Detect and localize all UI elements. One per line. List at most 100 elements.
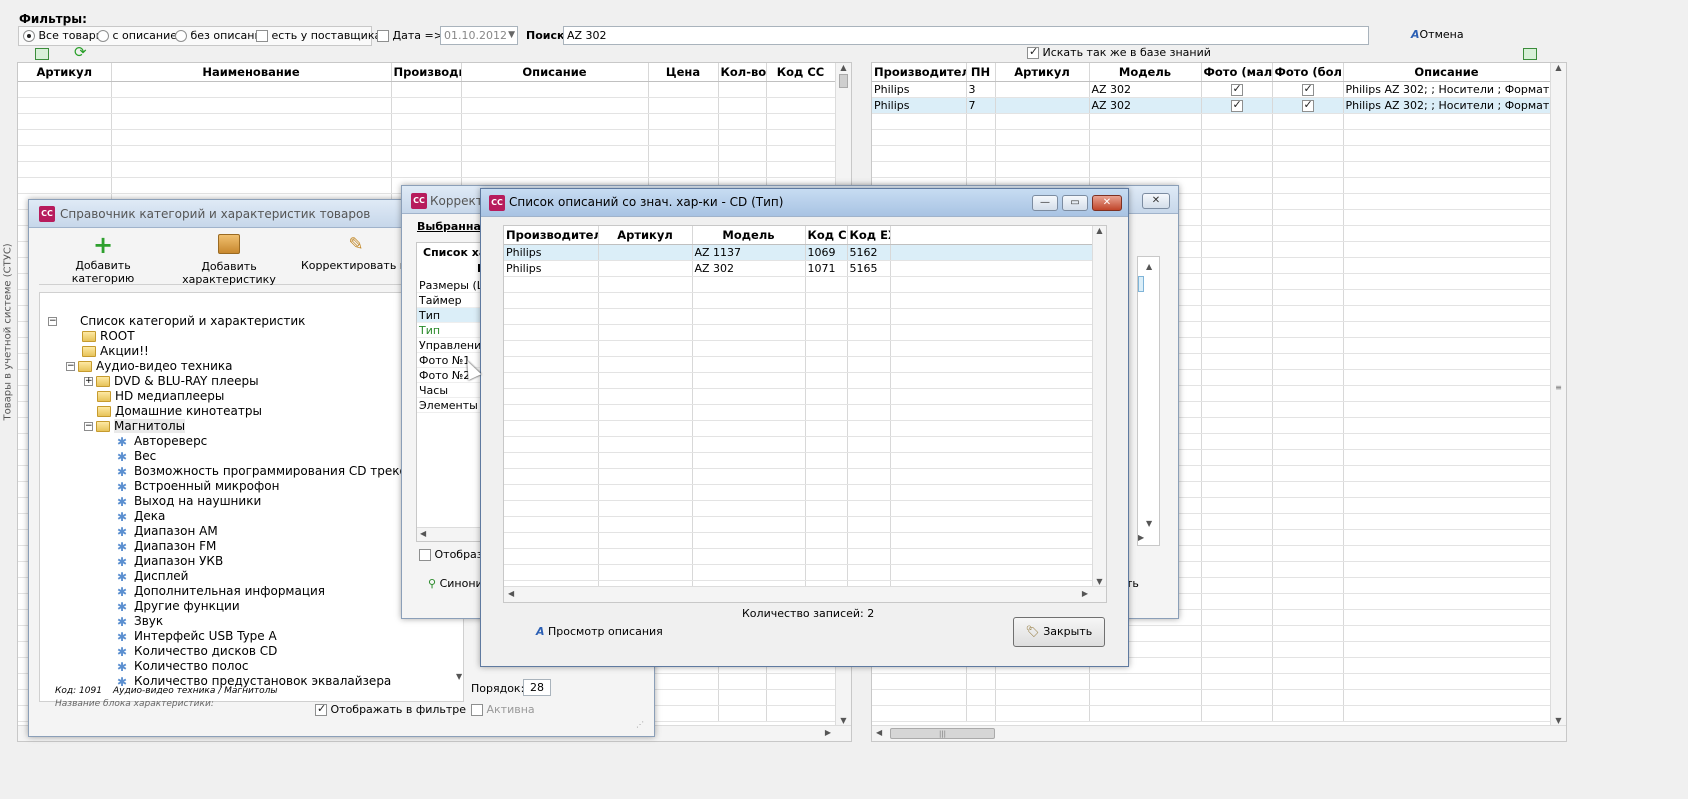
table-row[interactable]: Philips AZ 1137 1069 5162 <box>504 243 1093 261</box>
dialog-grid[interactable]: Производитель Артикул Модель Код СС Код … <box>503 225 1107 603</box>
tree-property-item[interactable]: ✱ Выход на наушники <box>116 493 261 509</box>
close-icon[interactable]: ✕ <box>1092 195 1122 211</box>
collapse-icon[interactable]: − <box>48 317 57 326</box>
scroll-right-icon[interactable]: ▶ <box>1082 589 1088 598</box>
tree-property-item[interactable]: ✱ Другие функции <box>116 598 240 614</box>
col-qty[interactable]: Кол-во <box>718 63 767 82</box>
refresh-icon[interactable]: ⟳ <box>74 45 87 60</box>
char-list-item[interactable]: Тип <box>417 323 481 338</box>
tree-item-radio[interactable]: − Магнитолы <box>84 418 186 434</box>
char-list-item[interactable]: Тип <box>417 308 481 323</box>
scroll-up-icon[interactable]: ▲ <box>1146 262 1152 271</box>
col-code-ext[interactable]: Код EXT <box>847 226 891 245</box>
col-photo-big[interactable]: Фото (бол.) <box>1272 63 1344 82</box>
tree-item-promos[interactable]: Акции!! <box>82 343 149 359</box>
char-list-item[interactable]: Размеры (ШхВ <box>417 278 481 293</box>
scroll-up-icon[interactable]: ▲ <box>1093 226 1106 235</box>
active-checkbox[interactable]: Активна <box>471 703 535 716</box>
char-list-item[interactable]: Элементы пит <box>417 398 481 413</box>
tree-property-item[interactable]: ✱ Встроенный микрофон <box>116 478 279 494</box>
scroll-right-icon[interactable]: ▶ <box>1138 533 1144 542</box>
dialog-titlebar[interactable]: CC Список описаний со знач. хар-ки - CD … <box>481 189 1128 217</box>
tree-item-root[interactable]: ROOT <box>82 328 135 344</box>
cell-photo-small[interactable] <box>1201 81 1273 98</box>
tree-property-item[interactable]: ✱ Интерфейс USB Type A <box>116 628 277 644</box>
char-list-panel[interactable]: Список хар Н Размеры (ШхВТаймерТипТипУпр… <box>416 242 482 542</box>
photo-big-checkbox[interactable] <box>1301 82 1314 96</box>
tree-property-item[interactable]: ✱ Количество полос <box>116 658 248 674</box>
close-button[interactable]: 🏷 Закрыть <box>1013 617 1105 647</box>
close-icon[interactable]: ✕ <box>1142 193 1170 209</box>
add-property-button[interactable]: Добавить характеристику <box>164 234 294 286</box>
scroll-down-icon[interactable]: ▼ <box>1146 519 1152 528</box>
col-model[interactable]: Модель <box>1089 63 1202 82</box>
collapse-icon[interactable]: − <box>66 362 75 371</box>
table-row[interactable]: Philips 3 AZ 302 Philips AZ 302; ; Носит… <box>872 81 1551 98</box>
col-name[interactable]: Наименование <box>111 63 392 82</box>
checkbox-supplier[interactable]: есть у поставщика <box>256 29 381 42</box>
col-article[interactable]: Артикул <box>598 226 693 245</box>
checkbox-date[interactable]: Дата => <box>377 29 443 42</box>
char-list-item[interactable]: Часы <box>417 383 481 398</box>
right-panel-row-selected[interactable] <box>1138 276 1144 292</box>
char-list-item[interactable]: Управление и <box>417 338 481 353</box>
expand-plus-icon[interactable]: + <box>84 377 93 386</box>
scroll-down-icon[interactable]: ▼ <box>836 716 851 725</box>
col-price[interactable]: Цена <box>648 63 719 82</box>
scroll-down-icon[interactable]: ▼ <box>1093 577 1106 586</box>
table-row[interactable]: Philips 7 AZ 302 Philips AZ 302; ; Носит… <box>872 96 1551 114</box>
col-description[interactable]: Описание <box>1343 63 1551 82</box>
panel-toggle-icon[interactable] <box>1523 48 1537 60</box>
col-code-cc[interactable]: Код СС <box>805 226 848 245</box>
chevron-down-icon[interactable]: ▼ <box>508 27 515 44</box>
tree-property-item[interactable]: ✱ Диапазон FM <box>116 538 216 554</box>
collapse-icon[interactable]: − <box>84 422 93 431</box>
resize-grip-icon[interactable]: ⋰ <box>636 720 644 729</box>
radio-without-description[interactable]: без описания <box>175 29 268 42</box>
cell-photo-small[interactable] <box>1201 96 1273 114</box>
show-in-filter-checkbox[interactable]: Отображать в фильтре <box>315 702 466 716</box>
scroll-left-icon[interactable]: ◀ <box>420 529 426 538</box>
cell-photo-big[interactable] <box>1272 81 1344 98</box>
col-article[interactable]: Артикул <box>995 63 1090 82</box>
tree-item-hd[interactable]: HD медиаплееры <box>97 388 224 404</box>
col-description[interactable]: Описание <box>461 63 649 82</box>
dialog-hscrollbar[interactable]: ◀ ▶ <box>504 586 1106 602</box>
col-maker[interactable]: Производите <box>391 63 462 82</box>
col-code-cc[interactable]: Код СС <box>766 63 836 82</box>
char-list-item[interactable]: Таймер <box>417 293 481 308</box>
tree-property-item[interactable]: ✱ Дополнительная информация <box>116 583 325 599</box>
col-article[interactable]: Артикул <box>18 63 112 82</box>
order-input[interactable]: 28 <box>523 679 551 696</box>
scroll-down-icon[interactable]: ▼ <box>1551 716 1566 725</box>
scroll-up-icon[interactable]: ▲ <box>836 63 851 72</box>
right-panel[interactable]: ▲ ▼ ▶ <box>1137 256 1160 546</box>
dialog-vscrollbar[interactable]: ▲ ▼ <box>1092 226 1106 588</box>
scroll-down-icon[interactable]: ▼ <box>456 672 462 681</box>
char-list-hscrollbar[interactable]: ◀ <box>417 527 481 541</box>
radio-with-description[interactable]: с описанием <box>97 29 185 42</box>
radio-all-goods[interactable]: Все товары <box>23 29 104 42</box>
tree-property-item[interactable]: ✱ Диапазон AM <box>116 523 218 539</box>
tree-item-home-theater[interactable]: Домашние кинотеатры <box>97 403 262 419</box>
tree-property-item[interactable]: ✱ Диапазон УКВ <box>116 553 223 569</box>
kb-checkbox[interactable]: Искать так же в базе знаний <box>1027 45 1211 59</box>
hscroll-thumb[interactable]: ||| <box>890 728 995 739</box>
date-input[interactable]: 01.10.2012 ▼ <box>440 26 518 45</box>
tree-property-item[interactable]: ✱ Вес <box>116 448 156 464</box>
tree-item-dvd[interactable]: + DVD & BLU-RAY плееры <box>84 373 259 389</box>
view-description-button[interactable]: A Просмотр описания <box>536 625 663 638</box>
col-model[interactable]: Модель <box>692 226 806 245</box>
tree-property-item[interactable]: ✱ Возможность программирования CD треков <box>116 463 414 479</box>
cell-photo-big[interactable] <box>1272 96 1344 114</box>
scroll-left-icon[interactable]: ◀ <box>876 728 882 737</box>
tree-property-item[interactable]: ✱ Количество дисков CD <box>116 643 277 659</box>
cancel-button[interactable]: AОтмена <box>1411 28 1464 41</box>
photo-small-checkbox[interactable] <box>1230 98 1243 112</box>
col-pn[interactable]: ПН <box>966 63 996 82</box>
right-grid-hscrollbar[interactable]: ◀ ||| <box>872 725 1566 741</box>
expand-icon[interactable] <box>35 48 49 60</box>
right-grid-vscrollbar[interactable]: ▲ ≡ ▼ <box>1550 63 1566 725</box>
tree-root[interactable]: − Список категорий и характеристик <box>48 313 305 329</box>
col-photo-small[interactable]: Фото (мал.) <box>1201 63 1273 82</box>
